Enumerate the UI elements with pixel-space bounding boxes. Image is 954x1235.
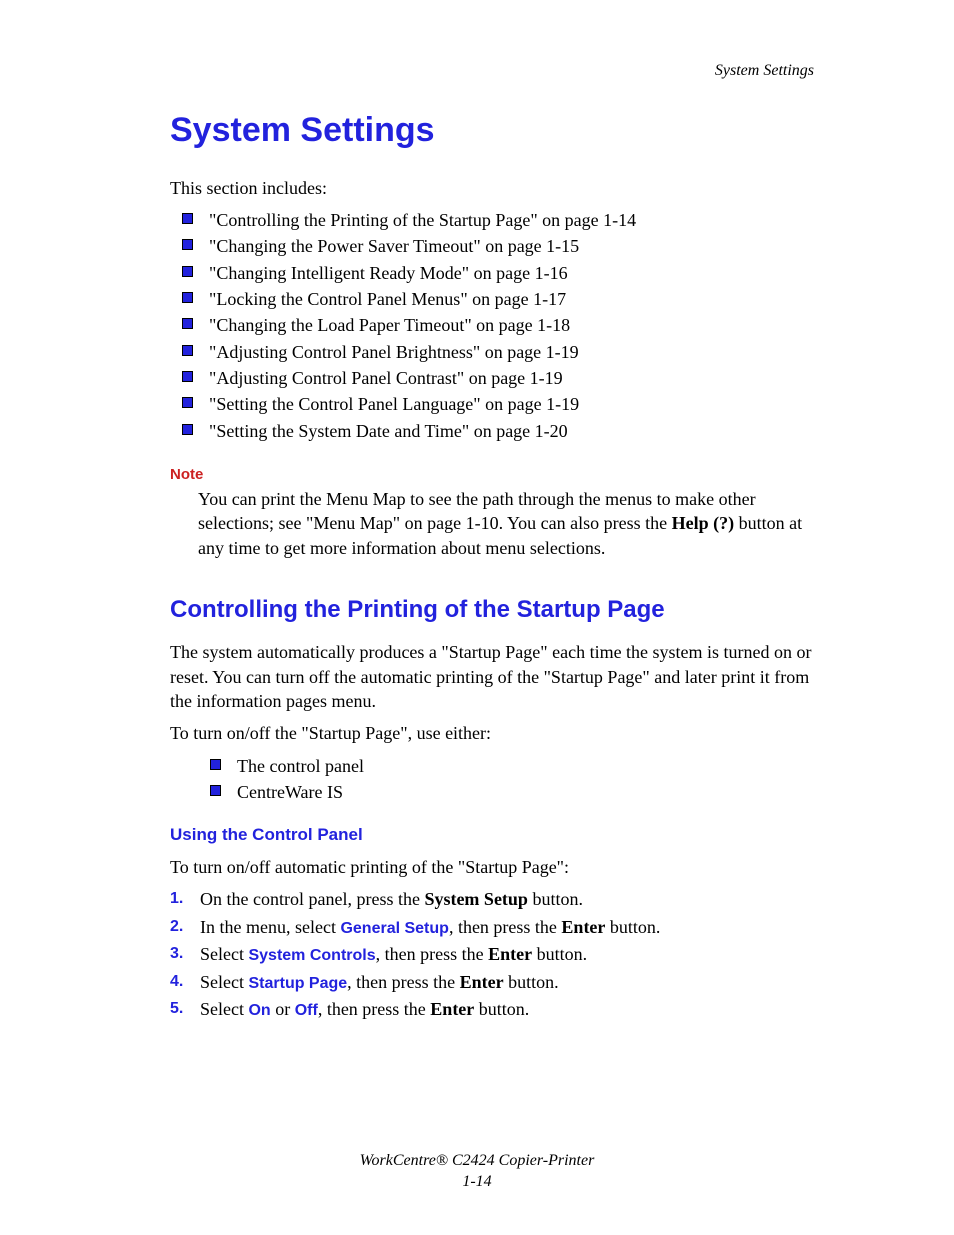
footer-page-number: 1-14: [0, 1171, 954, 1193]
list-item: "Changing the Power Saver Timeout" on pa…: [170, 234, 824, 258]
paragraph: To turn on/off the "Startup Page", use e…: [170, 721, 824, 745]
list-item: "Adjusting Control Panel Contrast" on pa…: [170, 366, 824, 390]
square-bullet-icon: [182, 213, 193, 224]
menu-option: On: [248, 1002, 270, 1019]
link-text: "Setting the System Date and Time" on pa…: [209, 419, 568, 443]
square-bullet-icon: [182, 345, 193, 356]
step-number: 5.: [170, 998, 200, 1020]
step-text: In the menu, select General Setup, then …: [200, 915, 660, 940]
link-text: "Changing the Power Saver Timeout" on pa…: [209, 234, 579, 258]
running-head: System Settings: [715, 60, 814, 82]
menu-option: Startup Page: [248, 975, 347, 992]
link-text: "Controlling the Printing of the Startup…: [209, 208, 636, 232]
step-item: 3. Select System Controls, then press th…: [170, 942, 824, 967]
step-number: 4.: [170, 971, 200, 993]
step-text: On the control panel, press the System S…: [200, 887, 583, 911]
text: , then press the: [318, 999, 430, 1019]
option-text: CentreWare IS: [237, 780, 343, 804]
text: button.: [474, 999, 529, 1019]
menu-option: General Setup: [340, 920, 448, 937]
bold-text: Enter: [460, 972, 504, 992]
link-text: "Adjusting Control Panel Brightness" on …: [209, 340, 579, 364]
note-label: Note: [170, 465, 824, 485]
square-bullet-icon: [182, 266, 193, 277]
step-number: 2.: [170, 916, 200, 938]
step-number: 3.: [170, 943, 200, 965]
text: , then press the: [449, 917, 561, 937]
text: or: [271, 999, 295, 1019]
note-body: You can print the Menu Map to see the pa…: [198, 487, 824, 560]
link-text: "Changing Intelligent Ready Mode" on pag…: [209, 261, 568, 285]
square-bullet-icon: [182, 424, 193, 435]
heading-controlling-startup: Controlling the Printing of the Startup …: [170, 594, 824, 626]
intro-paragraph: This section includes:: [170, 176, 824, 200]
page-footer: WorkCentre® C2424 Copier-Printer 1-14: [0, 1150, 954, 1193]
heading-system-settings: System Settings: [170, 108, 824, 154]
bold-text: Enter: [430, 999, 474, 1019]
step-text: Select On or Off, then press the Enter b…: [200, 997, 529, 1022]
list-item: CentreWare IS: [198, 780, 824, 804]
step-item: 5. Select On or Off, then press the Ente…: [170, 997, 824, 1022]
square-bullet-icon: [182, 239, 193, 250]
step-text: Select Startup Page, then press the Ente…: [200, 970, 559, 995]
bold-text: Enter: [561, 917, 605, 937]
step-item: 1. On the control panel, press the Syste…: [170, 887, 824, 911]
list-item: The control panel: [198, 754, 824, 778]
menu-option: System Controls: [248, 947, 375, 964]
square-bullet-icon: [210, 759, 221, 770]
option-text: The control panel: [237, 754, 364, 778]
list-item: "Setting the System Date and Time" on pa…: [170, 419, 824, 443]
paragraph: To turn on/off automatic printing of the…: [170, 855, 824, 879]
list-item: "Locking the Control Panel Menus" on pag…: [170, 287, 824, 311]
heading-using-control-panel: Using the Control Panel: [170, 824, 824, 847]
text: button.: [528, 889, 583, 909]
link-text: "Changing the Load Paper Timeout" on pag…: [209, 313, 570, 337]
text: , then press the: [376, 944, 488, 964]
bold-text: System Setup: [424, 889, 528, 909]
link-text: "Locking the Control Panel Menus" on pag…: [209, 287, 566, 311]
square-bullet-icon: [210, 785, 221, 796]
square-bullet-icon: [182, 292, 193, 303]
note-bold: Help (?): [672, 513, 735, 533]
list-item: "Changing Intelligent Ready Mode" on pag…: [170, 261, 824, 285]
menu-option: Off: [295, 1002, 318, 1019]
list-item: "Controlling the Printing of the Startup…: [170, 208, 824, 232]
step-number: 1.: [170, 888, 200, 910]
footer-product: WorkCentre® C2424 Copier-Printer: [360, 1152, 595, 1169]
text: Select: [200, 999, 248, 1019]
text: button.: [532, 944, 587, 964]
text: Select: [200, 944, 248, 964]
text: On the control panel, press the: [200, 889, 424, 909]
steps-list: 1. On the control panel, press the Syste…: [170, 887, 824, 1022]
square-bullet-icon: [182, 371, 193, 382]
step-item: 2. In the menu, select General Setup, th…: [170, 915, 824, 940]
text: button.: [605, 917, 660, 937]
list-item: "Setting the Control Panel Language" on …: [170, 392, 824, 416]
step-text: Select System Controls, then press the E…: [200, 942, 587, 967]
text: button.: [504, 972, 559, 992]
page: System Settings System Settings This sec…: [0, 0, 954, 1235]
step-item: 4. Select Startup Page, then press the E…: [170, 970, 824, 995]
list-item: "Changing the Load Paper Timeout" on pag…: [170, 313, 824, 337]
square-bullet-icon: [182, 397, 193, 408]
use-options-list: The control panel CentreWare IS: [198, 754, 824, 805]
text: , then press the: [347, 972, 459, 992]
paragraph: The system automatically produces a "Sta…: [170, 640, 824, 713]
text: Select: [200, 972, 248, 992]
text: In the menu, select: [200, 917, 340, 937]
square-bullet-icon: [182, 318, 193, 329]
list-item: "Adjusting Control Panel Brightness" on …: [170, 340, 824, 364]
link-text: "Setting the Control Panel Language" on …: [209, 392, 579, 416]
bold-text: Enter: [488, 944, 532, 964]
section-links-list: "Controlling the Printing of the Startup…: [170, 208, 824, 443]
link-text: "Adjusting Control Panel Contrast" on pa…: [209, 366, 563, 390]
